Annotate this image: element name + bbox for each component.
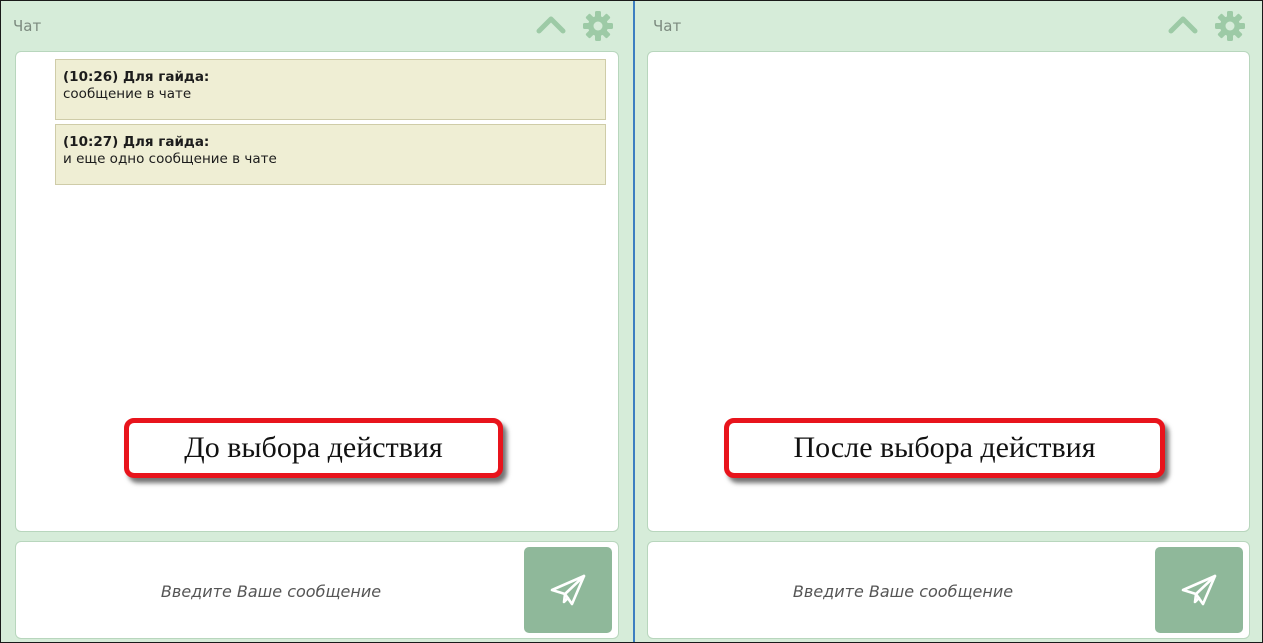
message-composer [647, 541, 1250, 639]
message-header: (10:27) Для гайда: [63, 134, 210, 150]
message-header: (10:26) Для гайда: [63, 69, 210, 85]
chat-title: Чат [13, 17, 42, 35]
chat-title: Чат [653, 17, 682, 35]
message-input[interactable] [656, 550, 1150, 632]
annotation-callout: После выбора действия [724, 418, 1165, 478]
send-button[interactable] [1155, 547, 1243, 633]
gear-icon[interactable] [1214, 10, 1246, 42]
annotation-callout: До выбора действия [124, 418, 503, 478]
message-list[interactable]: (10:26) Для гайда: сообщение в чате (10:… [15, 51, 619, 532]
message-input[interactable] [24, 550, 518, 632]
chat-panel-before: Чат (10:26) Для гайда: сообщение в чате … [1, 1, 633, 642]
screenshot-frame: Чат (10:26) Для гайда: сообщение в чате … [0, 0, 1263, 643]
chat-panel-after: Чат После выбора действия [635, 1, 1262, 642]
chat-message: (10:26) Для гайда: сообщение в чате [55, 59, 606, 120]
message-text: сообщение в чате [63, 86, 192, 102]
message-list[interactable]: После выбора действия [647, 51, 1250, 532]
paper-plane-icon [550, 574, 586, 606]
chevron-up-icon[interactable] [1166, 11, 1200, 37]
message-composer [15, 541, 619, 639]
chat-message: (10:27) Для гайда: и еще одно сообщение … [55, 124, 606, 185]
chevron-up-icon[interactable] [534, 11, 568, 37]
message-text: и еще одно сообщение в чате [63, 151, 277, 167]
send-button[interactable] [524, 547, 612, 633]
paper-plane-icon [1181, 574, 1217, 606]
gear-icon[interactable] [582, 10, 614, 42]
